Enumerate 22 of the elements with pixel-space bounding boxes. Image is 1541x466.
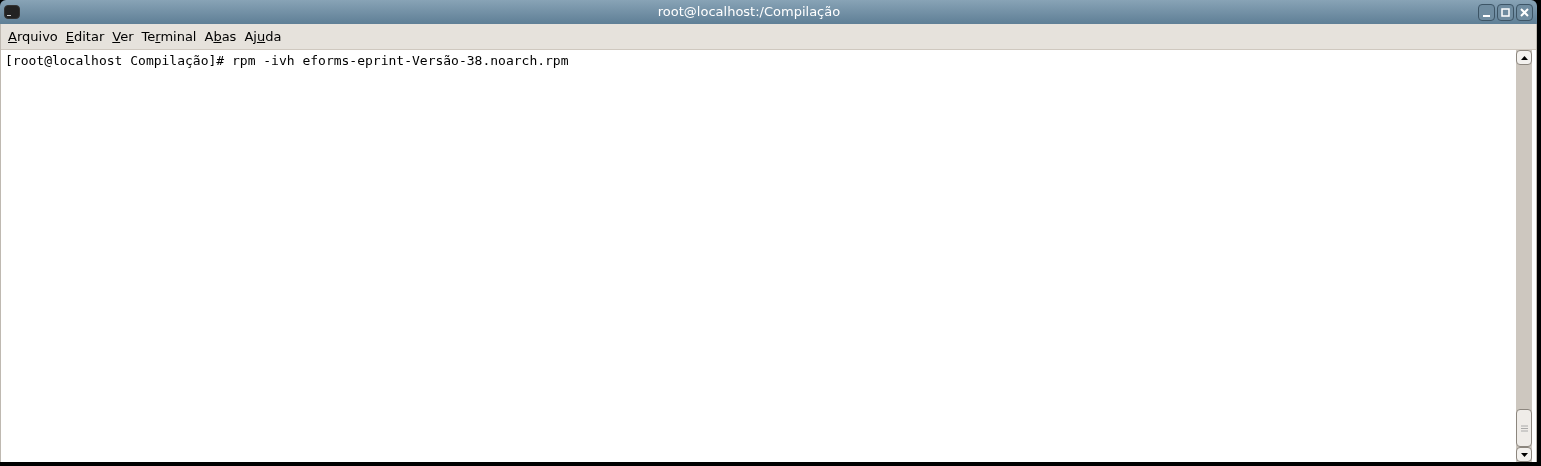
window-title: root@localhost:/Compilação [657,3,841,22]
menu-item[interactable]: Ver [108,26,138,47]
up-arrow-icon [1520,55,1528,60]
grip-icon [1520,424,1528,432]
menu-item[interactable]: Terminal [137,26,201,47]
maximize-icon [1501,7,1510,17]
scrollbar[interactable] [1516,50,1532,462]
scroll-thumb[interactable] [1516,409,1532,447]
scroll-up-button[interactable] [1516,50,1532,65]
minimize-icon [1483,15,1490,17]
terminal-line: [root@localhost Compilação]# rpm -ivh eforms-eprint-Versão-38.noarch.rpm [5,52,570,69]
close-icon [1520,7,1529,17]
terminal-icon[interactable] [4,5,20,19]
menu-item[interactable]: Arquivo [4,26,62,47]
close-button[interactable] [1516,3,1533,21]
scroll-down-button[interactable] [1516,447,1532,462]
menu-item[interactable]: Editar [61,26,109,47]
minimize-button[interactable] [1478,3,1495,21]
menu-item[interactable]: Abas [200,26,241,47]
down-arrow-icon [1520,452,1528,457]
menu-item[interactable]: Ajuda [240,26,286,47]
maximize-button[interactable] [1497,3,1514,21]
